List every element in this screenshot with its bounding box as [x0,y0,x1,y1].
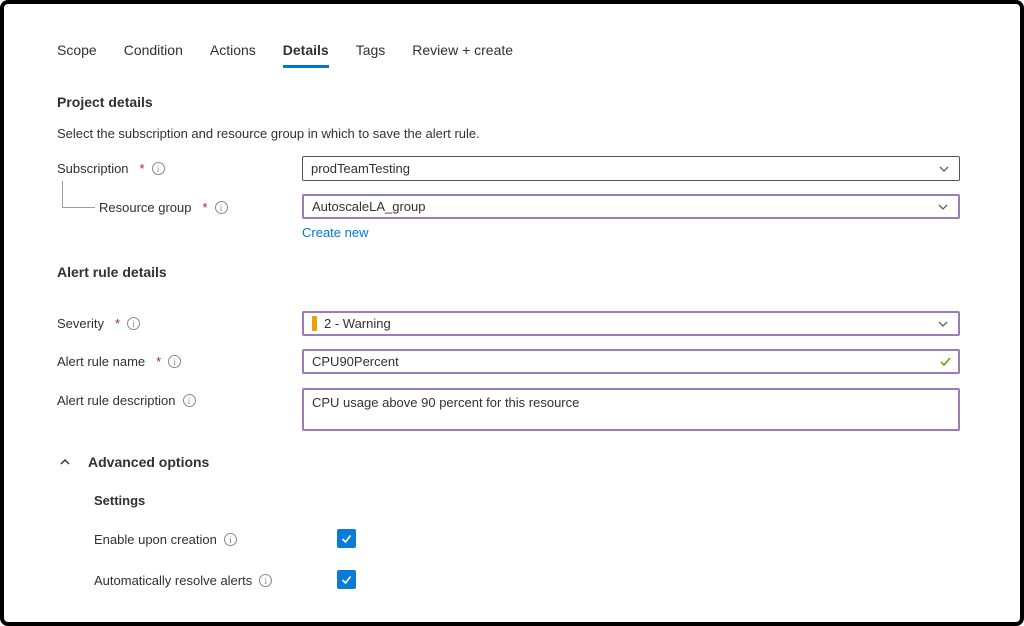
resource-group-label-text: Resource group [99,200,192,215]
severity-color-bar-icon [312,316,317,331]
info-icon[interactable] [215,201,228,214]
chevron-up-icon[interactable] [58,455,72,469]
required-asterisk: * [156,354,161,369]
checkmark-icon [340,573,353,586]
alert-rule-name-input[interactable] [302,349,960,374]
subscription-value: prodTeamTesting [311,161,937,176]
subscription-label-text: Subscription [57,161,129,176]
enable-upon-creation-label-text: Enable upon creation [94,532,217,547]
valid-check-icon [939,355,952,368]
required-asterisk: * [115,316,120,331]
info-icon[interactable] [259,574,272,587]
advanced-options-label: Advanced options [88,454,209,470]
severity-dropdown[interactable]: 2 - Warning [302,311,960,336]
automatically-resolve-alerts-label-text: Automatically resolve alerts [94,573,252,588]
tab-review-create[interactable]: Review + create [412,42,513,68]
subscription-dropdown[interactable]: prodTeamTesting [302,156,960,181]
alert-rule-name-label-text: Alert rule name [57,354,145,369]
info-icon[interactable] [224,533,237,546]
required-asterisk: * [203,200,208,215]
enable-upon-creation-checkbox[interactable] [337,529,356,548]
resource-group-dropdown[interactable]: AutoscaleLA_group [302,194,960,219]
automatically-resolve-alerts-checkbox[interactable] [337,570,356,589]
resource-group-value: AutoscaleLA_group [312,199,936,214]
info-icon[interactable] [127,317,140,330]
enable-upon-creation-label: Enable upon creation [94,530,237,549]
tab-tags[interactable]: Tags [356,42,386,68]
alert-rule-name-label: Alert rule name * [57,349,181,374]
project-details-description: Select the subscription and resource gro… [57,126,480,141]
info-icon[interactable] [168,355,181,368]
info-icon[interactable] [183,394,196,407]
info-icon[interactable] [152,162,165,175]
alert-rule-name-field-wrap [302,349,960,374]
severity-label: Severity * [57,311,140,336]
alert-rule-details-page: Scope Condition Actions Details Tags Rev… [0,0,1024,626]
severity-value: 2 - Warning [324,316,936,331]
wizard-tabs: Scope Condition Actions Details Tags Rev… [57,42,513,68]
tab-details[interactable]: Details [283,42,329,68]
checkmark-icon [340,532,353,545]
create-new-link[interactable]: Create new [302,225,368,240]
alert-rule-description-label-text: Alert rule description [57,393,176,408]
project-details-heading: Project details [57,94,153,110]
subscription-resource-connector [62,181,95,208]
chevron-down-icon[interactable] [937,162,951,176]
alert-rule-description-textarea[interactable]: CPU usage above 90 percent for this reso… [302,388,960,431]
tab-actions[interactable]: Actions [210,42,256,68]
tab-condition[interactable]: Condition [124,42,183,68]
advanced-options-toggle[interactable]: Advanced options [58,454,209,470]
subscription-label: Subscription * [57,156,165,181]
automatically-resolve-alerts-label: Automatically resolve alerts [94,571,272,590]
severity-label-text: Severity [57,316,104,331]
alert-rule-details-heading: Alert rule details [57,264,167,280]
alert-rule-description-label: Alert rule description [57,388,196,413]
required-asterisk: * [140,161,145,176]
settings-heading: Settings [94,493,145,508]
chevron-down-icon[interactable] [936,317,950,331]
chevron-down-icon[interactable] [936,200,950,214]
tab-scope[interactable]: Scope [57,42,97,68]
resource-group-label: Resource group * [99,195,228,220]
